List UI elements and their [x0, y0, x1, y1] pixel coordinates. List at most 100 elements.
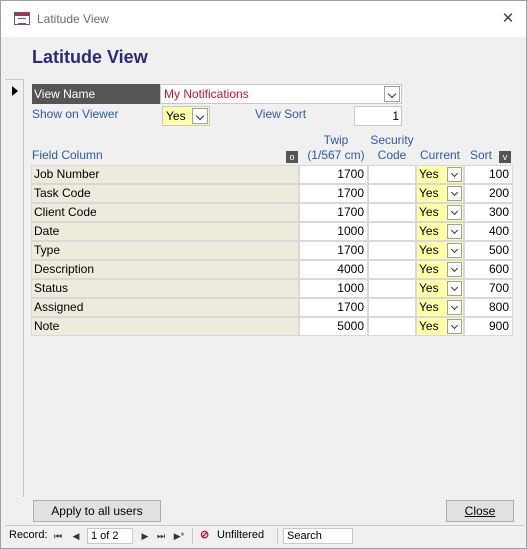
current-dropdown-button[interactable] [447, 262, 462, 277]
first-record-icon[interactable]: ⏮ [53, 530, 63, 542]
field-cell[interactable]: Description [31, 260, 299, 279]
current-value: Yes [419, 205, 439, 219]
current-dropdown-button[interactable] [447, 300, 462, 315]
current-dropdown-button[interactable] [447, 243, 462, 258]
current-record-input[interactable]: 1 of 2 [87, 528, 133, 544]
current-combo[interactable]: Yes [416, 298, 464, 317]
table-row: Description 4000 Yes 600 [31, 260, 513, 279]
show-on-viewer-combo[interactable]: Yes [162, 106, 210, 126]
security-cell[interactable] [368, 165, 416, 184]
close-icon[interactable]: ✕ [497, 8, 519, 30]
field-cell[interactable]: Assigned [31, 298, 299, 317]
show-on-viewer-label: Show on Viewer [32, 107, 119, 121]
twip-cell[interactable]: 1700 [299, 241, 368, 260]
current-value: Yes [419, 186, 439, 200]
current-combo[interactable]: Yes [416, 317, 464, 336]
current-value: Yes [419, 167, 439, 181]
table-row: Job Number 1700 Yes 100 [31, 165, 513, 184]
twip-cell[interactable]: 1000 [299, 222, 368, 241]
twip-cell[interactable]: 5000 [299, 317, 368, 336]
new-record-icon[interactable]: ▶* [172, 530, 186, 542]
twip-cell[interactable]: 1000 [299, 279, 368, 298]
view-sort-input[interactable]: 1 [354, 106, 402, 126]
field-cell[interactable]: Note [31, 317, 299, 336]
sort-header: Sort [469, 148, 492, 162]
twip-cell[interactable]: 1700 [299, 298, 368, 317]
view-name-combo[interactable]: My Notifications [160, 84, 402, 104]
sort-button[interactable]: v [499, 151, 511, 163]
show-on-viewer-dropdown-button[interactable] [192, 108, 208, 124]
current-combo[interactable]: Yes [416, 165, 464, 184]
apply-to-all-users-button[interactable]: Apply to all users [33, 500, 161, 522]
close-button[interactable]: Close [446, 500, 514, 522]
current-dropdown-button[interactable] [447, 281, 462, 296]
security-cell[interactable] [368, 260, 416, 279]
twip-cell[interactable]: 4000 [299, 260, 368, 279]
field-cell[interactable]: Type [31, 241, 299, 260]
sort-cell[interactable]: 400 [464, 222, 513, 241]
chevron-down-icon [450, 302, 459, 311]
search-input[interactable]: Search [283, 528, 353, 544]
chevron-down-icon [450, 207, 459, 216]
sort-cell[interactable]: 700 [464, 279, 513, 298]
current-dropdown-button[interactable] [447, 205, 462, 220]
current-combo[interactable]: Yes [416, 260, 464, 279]
field-cell[interactable]: Status [31, 279, 299, 298]
twip-cell[interactable]: 1700 [299, 184, 368, 203]
current-value: Yes [419, 319, 439, 333]
current-header: Current [419, 148, 460, 162]
filter-off-icon[interactable]: ⊘ [200, 528, 209, 541]
twip-cell[interactable]: 1700 [299, 203, 368, 222]
security-cell[interactable] [368, 298, 416, 317]
field-cell[interactable]: Date [31, 222, 299, 241]
twip-header: Twip (1/567 cm) [301, 133, 371, 163]
sort-cell[interactable]: 800 [464, 298, 513, 317]
last-record-icon[interactable]: ⏭ [156, 530, 166, 542]
unfiltered-label[interactable]: Unfiltered [217, 529, 264, 541]
table-row: Note 5000 Yes 900 [31, 317, 513, 336]
current-dropdown-button[interactable] [447, 224, 462, 239]
security-cell[interactable] [368, 279, 416, 298]
security-cell[interactable] [368, 317, 416, 336]
sort-cell[interactable]: 100 [464, 165, 513, 184]
security-cell[interactable] [368, 241, 416, 260]
form-title: Latitude View [32, 47, 148, 67]
sort-cell[interactable]: 900 [464, 317, 513, 336]
security-cell[interactable] [368, 203, 416, 222]
twip-header-line2: (1/567 cm) [307, 148, 365, 162]
current-combo[interactable]: Yes [416, 241, 464, 260]
current-dropdown-button[interactable] [447, 167, 462, 182]
chevron-down-icon [450, 264, 459, 273]
sort-cell[interactable]: 200 [464, 184, 513, 203]
table-row: Status 1000 Yes 700 [31, 279, 513, 298]
view-name-label: View Name [32, 84, 160, 104]
record-selector[interactable] [5, 79, 24, 497]
security-cell[interactable] [368, 184, 416, 203]
order-button[interactable]: o [286, 151, 298, 163]
current-dropdown-button[interactable] [447, 319, 462, 334]
chevron-down-icon [450, 188, 459, 197]
chevron-down-icon [450, 245, 459, 254]
field-cell[interactable]: Job Number [31, 165, 299, 184]
table-row: Assigned 1700 Yes 800 [31, 298, 513, 317]
security-code-header: Security Code [367, 133, 417, 163]
security-cell[interactable] [368, 222, 416, 241]
sort-cell[interactable]: 300 [464, 203, 513, 222]
previous-record-icon[interactable]: ◀ [71, 530, 81, 542]
current-combo[interactable]: Yes [416, 279, 464, 298]
latitude-view-window: Latitude View ✕ Latitude View View Name … [0, 0, 527, 549]
current-dropdown-button[interactable] [447, 186, 462, 201]
current-combo[interactable]: Yes [416, 222, 464, 241]
next-record-icon[interactable]: ▶ [140, 530, 150, 542]
field-cell[interactable]: Task Code [31, 184, 299, 203]
twip-cell[interactable]: 1700 [299, 165, 368, 184]
twip-header-line1: Twip [323, 133, 349, 147]
sort-cell[interactable]: 600 [464, 260, 513, 279]
field-cell[interactable]: Client Code [31, 203, 299, 222]
current-combo[interactable]: Yes [416, 203, 464, 222]
current-combo[interactable]: Yes [416, 184, 464, 203]
divider [192, 528, 193, 544]
view-name-dropdown-button[interactable] [384, 86, 400, 102]
sort-cell[interactable]: 500 [464, 241, 513, 260]
chevron-down-icon [450, 283, 459, 292]
